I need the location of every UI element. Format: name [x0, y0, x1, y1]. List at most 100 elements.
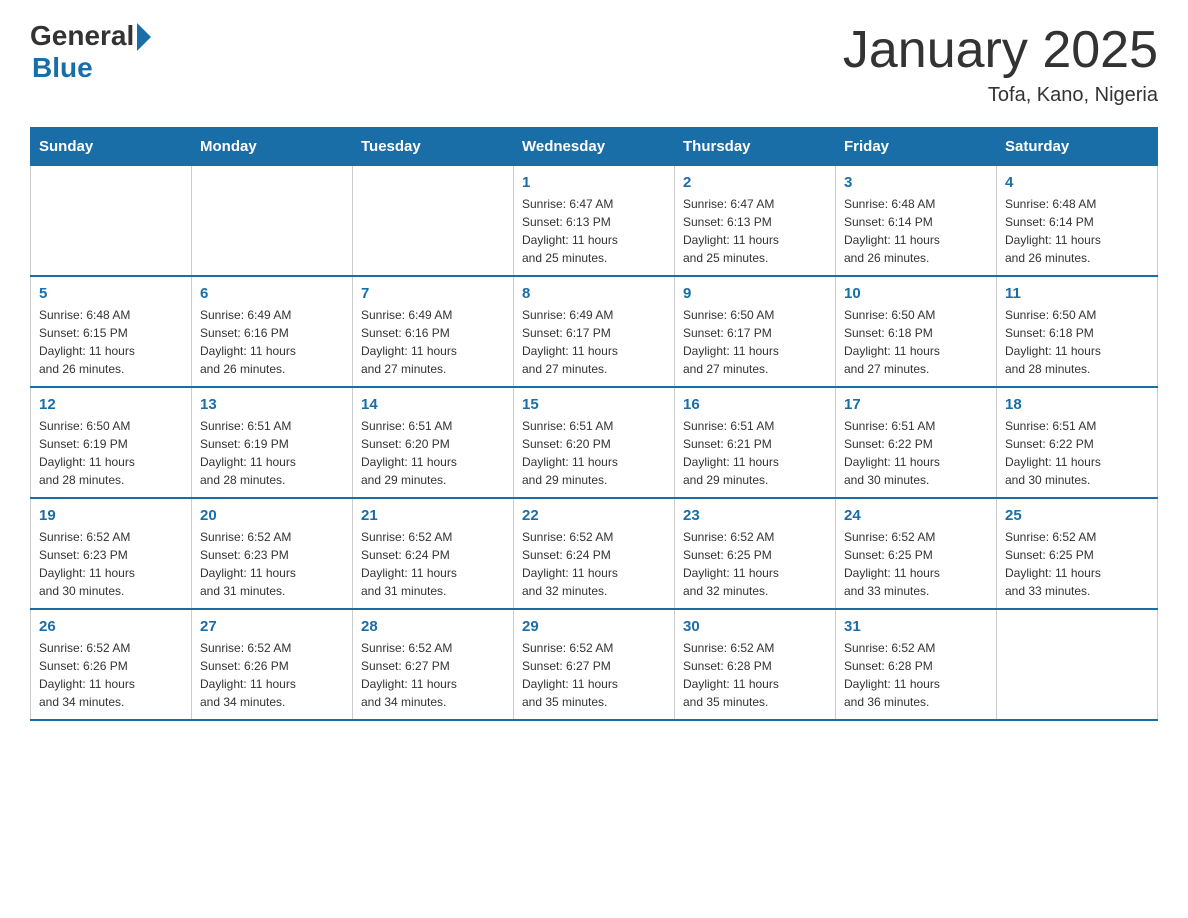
- day-info: Sunrise: 6:50 AM Sunset: 6:17 PM Dayligh…: [683, 306, 827, 378]
- day-info: Sunrise: 6:47 AM Sunset: 6:13 PM Dayligh…: [522, 195, 666, 267]
- day-number: 21: [361, 507, 505, 524]
- day-info: Sunrise: 6:49 AM Sunset: 6:16 PM Dayligh…: [361, 306, 505, 378]
- weekday-header-tuesday: Tuesday: [353, 128, 514, 166]
- day-info: Sunrise: 6:52 AM Sunset: 6:25 PM Dayligh…: [844, 528, 988, 600]
- day-number: 16: [683, 396, 827, 413]
- day-number: 24: [844, 507, 988, 524]
- calendar-cell: 16 Sunrise: 6:51 AM Sunset: 6:21 PM Dayli…: [675, 387, 836, 498]
- day-number: 1: [522, 174, 666, 191]
- calendar-cell: 22Sunrise: 6:52 AM Sunset: 6:24 PM Dayli…: [514, 498, 675, 609]
- calendar-cell: 24 Sunrise: 6:52 AM Sunset: 6:25 PM Dayli…: [836, 498, 997, 609]
- day-number: 7: [361, 285, 505, 302]
- day-info: Sunrise: 6:49 AM Sunset: 6:16 PM Dayligh…: [200, 306, 344, 378]
- weekday-header-wednesday: Wednesday: [514, 128, 675, 166]
- calendar-week-row: 1 Sunrise: 6:47 AM Sunset: 6:13 PM Daylig…: [31, 166, 1158, 277]
- day-info: Sunrise: 6:52 AM Sunset: 6:27 PM Dayligh…: [361, 639, 505, 711]
- day-number: 6: [200, 285, 344, 302]
- page-header: General Blue January 2025 Tofa, Kano, Ni…: [30, 20, 1158, 107]
- calendar-location: Tofa, Kano, Nigeria: [843, 84, 1158, 107]
- day-number: 30: [683, 618, 827, 635]
- day-info: Sunrise: 6:52 AM Sunset: 6:28 PM Dayligh…: [844, 639, 988, 711]
- day-number: 26: [39, 618, 183, 635]
- calendar-cell: 7 Sunrise: 6:49 AM Sunset: 6:16 PM Daylig…: [353, 276, 514, 387]
- calendar-cell: 1 Sunrise: 6:47 AM Sunset: 6:13 PM Daylig…: [514, 166, 675, 277]
- day-info: Sunrise: 6:50 AM Sunset: 6:19 PM Dayligh…: [39, 417, 183, 489]
- calendar-cell: 13 Sunrise: 6:51 AM Sunset: 6:19 PM Dayli…: [192, 387, 353, 498]
- day-info: Sunrise: 6:49 AM Sunset: 6:17 PM Dayligh…: [522, 306, 666, 378]
- calendar-cell: 31 Sunrise: 6:52 AM Sunset: 6:28 PM Dayli…: [836, 609, 997, 720]
- day-number: 14: [361, 396, 505, 413]
- calendar-cell: 3 Sunrise: 6:48 AM Sunset: 6:14 PM Daylig…: [836, 166, 997, 277]
- day-info: Sunrise: 6:51 AM Sunset: 6:20 PM Dayligh…: [522, 417, 666, 489]
- day-info: Sunrise: 6:51 AM Sunset: 6:19 PM Dayligh…: [200, 417, 344, 489]
- day-number: 15: [522, 396, 666, 413]
- calendar-cell: 4Sunrise: 6:48 AM Sunset: 6:14 PM Daylig…: [997, 166, 1158, 277]
- calendar-cell: 5 Sunrise: 6:48 AM Sunset: 6:15 PM Daylig…: [31, 276, 192, 387]
- day-number: 3: [844, 174, 988, 191]
- weekday-header-friday: Friday: [836, 128, 997, 166]
- day-info: Sunrise: 6:52 AM Sunset: 6:23 PM Dayligh…: [39, 528, 183, 600]
- logo-general-text: General: [30, 20, 134, 52]
- day-number: 17: [844, 396, 988, 413]
- day-number: 2: [683, 174, 827, 191]
- calendar-cell: 10 Sunrise: 6:50 AM Sunset: 6:18 PM Dayli…: [836, 276, 997, 387]
- calendar-cell: 23Sunrise: 6:52 AM Sunset: 6:25 PM Dayli…: [675, 498, 836, 609]
- day-number: 12: [39, 396, 183, 413]
- calendar-cell: 21 Sunrise: 6:52 AM Sunset: 6:24 PM Dayli…: [353, 498, 514, 609]
- calendar-cell: 14 Sunrise: 6:51 AM Sunset: 6:20 PM Dayli…: [353, 387, 514, 498]
- calendar-cell: 11Sunrise: 6:50 AM Sunset: 6:18 PM Dayli…: [997, 276, 1158, 387]
- day-number: 22: [522, 507, 666, 524]
- calendar-cell: 17 Sunrise: 6:51 AM Sunset: 6:22 PM Dayli…: [836, 387, 997, 498]
- day-info: Sunrise: 6:51 AM Sunset: 6:21 PM Dayligh…: [683, 417, 827, 489]
- calendar-cell: 19 Sunrise: 6:52 AM Sunset: 6:23 PM Dayli…: [31, 498, 192, 609]
- calendar-cell: 20Sunrise: 6:52 AM Sunset: 6:23 PM Dayli…: [192, 498, 353, 609]
- day-info: Sunrise: 6:47 AM Sunset: 6:13 PM Dayligh…: [683, 195, 827, 267]
- day-number: 19: [39, 507, 183, 524]
- day-number: 4: [1005, 174, 1149, 191]
- day-number: 10: [844, 285, 988, 302]
- title-block: January 2025 Tofa, Kano, Nigeria: [843, 20, 1158, 107]
- calendar-cell: 28 Sunrise: 6:52 AM Sunset: 6:27 PM Dayli…: [353, 609, 514, 720]
- day-info: Sunrise: 6:48 AM Sunset: 6:15 PM Dayligh…: [39, 306, 183, 378]
- calendar-cell: 15 Sunrise: 6:51 AM Sunset: 6:20 PM Dayli…: [514, 387, 675, 498]
- calendar-table: SundayMondayTuesdayWednesdayThursdayFrid…: [30, 127, 1158, 721]
- calendar-week-row: 5 Sunrise: 6:48 AM Sunset: 6:15 PM Daylig…: [31, 276, 1158, 387]
- day-number: 23: [683, 507, 827, 524]
- calendar-cell: 2 Sunrise: 6:47 AM Sunset: 6:13 PM Daylig…: [675, 166, 836, 277]
- day-number: 8: [522, 285, 666, 302]
- day-info: Sunrise: 6:51 AM Sunset: 6:20 PM Dayligh…: [361, 417, 505, 489]
- day-number: 5: [39, 285, 183, 302]
- day-number: 25: [1005, 507, 1149, 524]
- logo: General Blue: [30, 20, 151, 84]
- day-info: Sunrise: 6:50 AM Sunset: 6:18 PM Dayligh…: [1005, 306, 1149, 378]
- calendar-cell: 29 Sunrise: 6:52 AM Sunset: 6:27 PM Dayli…: [514, 609, 675, 720]
- day-info: Sunrise: 6:51 AM Sunset: 6:22 PM Dayligh…: [1005, 417, 1149, 489]
- day-info: Sunrise: 6:52 AM Sunset: 6:25 PM Dayligh…: [1005, 528, 1149, 600]
- calendar-cell: 6 Sunrise: 6:49 AM Sunset: 6:16 PM Daylig…: [192, 276, 353, 387]
- day-info: Sunrise: 6:48 AM Sunset: 6:14 PM Dayligh…: [844, 195, 988, 267]
- day-number: 31: [844, 618, 988, 635]
- calendar-cell: [192, 166, 353, 277]
- logo-blue-text: Blue: [32, 52, 93, 84]
- day-info: Sunrise: 6:50 AM Sunset: 6:18 PM Dayligh…: [844, 306, 988, 378]
- day-info: Sunrise: 6:52 AM Sunset: 6:24 PM Dayligh…: [361, 528, 505, 600]
- day-number: 29: [522, 618, 666, 635]
- day-info: Sunrise: 6:52 AM Sunset: 6:26 PM Dayligh…: [200, 639, 344, 711]
- calendar-cell: 18 Sunrise: 6:51 AM Sunset: 6:22 PM Dayli…: [997, 387, 1158, 498]
- calendar-week-row: 26 Sunrise: 6:52 AM Sunset: 6:26 PM Dayli…: [31, 609, 1158, 720]
- day-info: Sunrise: 6:52 AM Sunset: 6:27 PM Dayligh…: [522, 639, 666, 711]
- day-number: 28: [361, 618, 505, 635]
- calendar-cell: 30Sunrise: 6:52 AM Sunset: 6:28 PM Dayli…: [675, 609, 836, 720]
- calendar-cell: 12 Sunrise: 6:50 AM Sunset: 6:19 PM Dayli…: [31, 387, 192, 498]
- calendar-week-row: 12 Sunrise: 6:50 AM Sunset: 6:19 PM Dayli…: [31, 387, 1158, 498]
- day-info: Sunrise: 6:51 AM Sunset: 6:22 PM Dayligh…: [844, 417, 988, 489]
- day-number: 9: [683, 285, 827, 302]
- day-number: 13: [200, 396, 344, 413]
- logo-arrow-icon: [137, 23, 151, 51]
- weekday-header-row: SundayMondayTuesdayWednesdayThursdayFrid…: [31, 128, 1158, 166]
- calendar-cell: 26 Sunrise: 6:52 AM Sunset: 6:26 PM Dayli…: [31, 609, 192, 720]
- calendar-cell: [997, 609, 1158, 720]
- day-info: Sunrise: 6:52 AM Sunset: 6:26 PM Dayligh…: [39, 639, 183, 711]
- day-number: 18: [1005, 396, 1149, 413]
- calendar-week-row: 19 Sunrise: 6:52 AM Sunset: 6:23 PM Dayli…: [31, 498, 1158, 609]
